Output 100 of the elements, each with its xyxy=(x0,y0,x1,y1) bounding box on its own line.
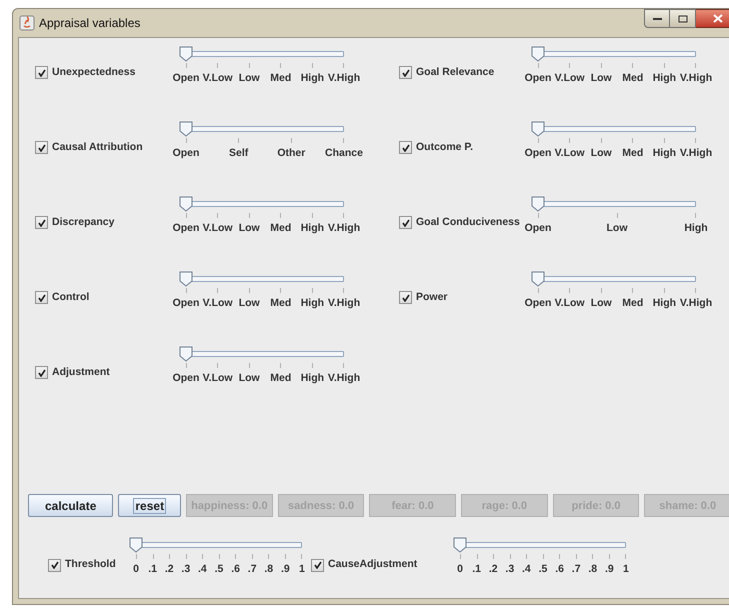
tick-mark xyxy=(538,138,539,143)
tick-label: .9 xyxy=(280,562,290,578)
slider-thumb[interactable] xyxy=(531,196,545,212)
checkbox[interactable] xyxy=(35,366,48,380)
tick-mark xyxy=(664,288,665,293)
tick-mark xyxy=(616,213,618,218)
checkmark-icon xyxy=(402,144,410,152)
tick-label: Med xyxy=(622,146,644,161)
tick-label: .5 xyxy=(538,562,548,578)
tick-label: .7 xyxy=(248,562,257,578)
tick-mark xyxy=(217,63,218,68)
tick-mark xyxy=(290,138,292,143)
tick-mark xyxy=(186,363,187,368)
maximize-button[interactable] xyxy=(670,9,696,28)
tick-label: V.Low xyxy=(554,296,585,311)
tick-label: High xyxy=(300,371,324,386)
tick-mark xyxy=(538,63,539,68)
tick-mark xyxy=(217,213,218,218)
checkbox-label: Causal Attribution xyxy=(52,140,143,155)
tick-label: Chance xyxy=(325,146,363,161)
tick-mark xyxy=(600,63,602,68)
tick-mark xyxy=(608,554,610,560)
checkbox[interactable] xyxy=(48,558,61,572)
tick-mark xyxy=(538,213,539,218)
tick-mark xyxy=(301,554,302,560)
tick-label: Low xyxy=(590,71,612,86)
tick-label: Open xyxy=(524,146,552,161)
checkbox[interactable] xyxy=(35,216,48,230)
tick-label: .2 xyxy=(488,562,498,578)
tick-mark xyxy=(559,554,560,560)
slider-thumb[interactable] xyxy=(531,271,545,287)
tick-mark xyxy=(202,554,203,560)
checkbox[interactable] xyxy=(399,291,412,304)
tick-mark xyxy=(694,63,696,68)
minimize-button[interactable] xyxy=(644,9,670,28)
tick-mark xyxy=(342,363,344,368)
slider-thumb[interactable] xyxy=(179,196,193,212)
checkbox[interactable] xyxy=(35,141,48,154)
tick-label: Open xyxy=(172,371,200,386)
tick-mark xyxy=(312,63,313,68)
minimize-icon xyxy=(652,16,662,20)
tick-label: Open xyxy=(172,71,200,86)
tick-mark xyxy=(695,213,696,218)
calculate-button[interactable]: calculate xyxy=(28,494,114,518)
slider-thumb[interactable] xyxy=(179,346,193,362)
tick-label: V.High xyxy=(680,296,712,311)
slider-thumb[interactable] xyxy=(179,121,193,137)
reset-button[interactable]: reset xyxy=(118,494,182,518)
checkbox-label: CauseAdjustment xyxy=(328,557,418,572)
checkbox-label: Adjustment xyxy=(52,365,110,380)
close-button[interactable] xyxy=(696,9,729,28)
tick-label: .9 xyxy=(604,562,614,578)
slider-thumb[interactable] xyxy=(531,46,545,62)
checkbox[interactable] xyxy=(35,66,48,80)
checkbox[interactable] xyxy=(311,558,324,572)
tick-label: High xyxy=(684,221,708,236)
tick-label: Med xyxy=(622,71,644,86)
tick-label: .4 xyxy=(198,562,207,578)
checkmark-icon xyxy=(402,294,410,302)
tick-mark xyxy=(632,288,634,293)
tick-mark xyxy=(248,288,250,293)
checkbox[interactable] xyxy=(399,141,412,154)
tick-label: .6 xyxy=(231,562,240,578)
checkbox-label: Power xyxy=(416,290,448,305)
tick-label: Med xyxy=(270,371,292,386)
checkbox[interactable] xyxy=(399,66,412,80)
tick-label: Med xyxy=(270,71,292,86)
tick-label: V.High xyxy=(680,146,712,161)
tick-label: V.High xyxy=(328,221,360,236)
tick-label: Open xyxy=(524,296,552,311)
tick-label: Open xyxy=(172,146,200,161)
tick-mark xyxy=(280,288,282,293)
checkbox-label: Control xyxy=(52,290,90,305)
tick-label: .8 xyxy=(588,562,598,578)
checkmark-icon xyxy=(50,561,58,570)
tick-mark xyxy=(632,63,634,68)
slider-thumb[interactable] xyxy=(179,271,193,287)
tick-label: Med xyxy=(270,296,292,311)
checkbox[interactable] xyxy=(399,216,412,230)
slider-thumb[interactable] xyxy=(129,537,143,554)
tick-mark xyxy=(538,288,539,293)
tick-mark xyxy=(248,63,250,68)
tick-mark xyxy=(600,288,602,293)
tick-mark xyxy=(694,138,696,143)
tick-label: .5 xyxy=(214,562,224,578)
tick-label: .1 xyxy=(472,562,481,578)
slider-thumb[interactable] xyxy=(531,121,545,137)
tick-mark xyxy=(186,138,187,143)
slider-thumb[interactable] xyxy=(179,46,193,62)
checkmark-icon xyxy=(402,218,410,227)
checkmark-icon xyxy=(314,561,322,570)
tick-label: High xyxy=(652,146,676,161)
tick-mark xyxy=(569,288,570,293)
tick-label: .1 xyxy=(148,562,157,578)
checkmark-icon xyxy=(402,68,410,77)
close-icon xyxy=(713,14,723,23)
tick-label: Low xyxy=(238,296,260,311)
checkbox[interactable] xyxy=(35,291,48,304)
slider-thumb[interactable] xyxy=(453,537,467,554)
checkbox-label: Outcome P. xyxy=(416,140,473,155)
